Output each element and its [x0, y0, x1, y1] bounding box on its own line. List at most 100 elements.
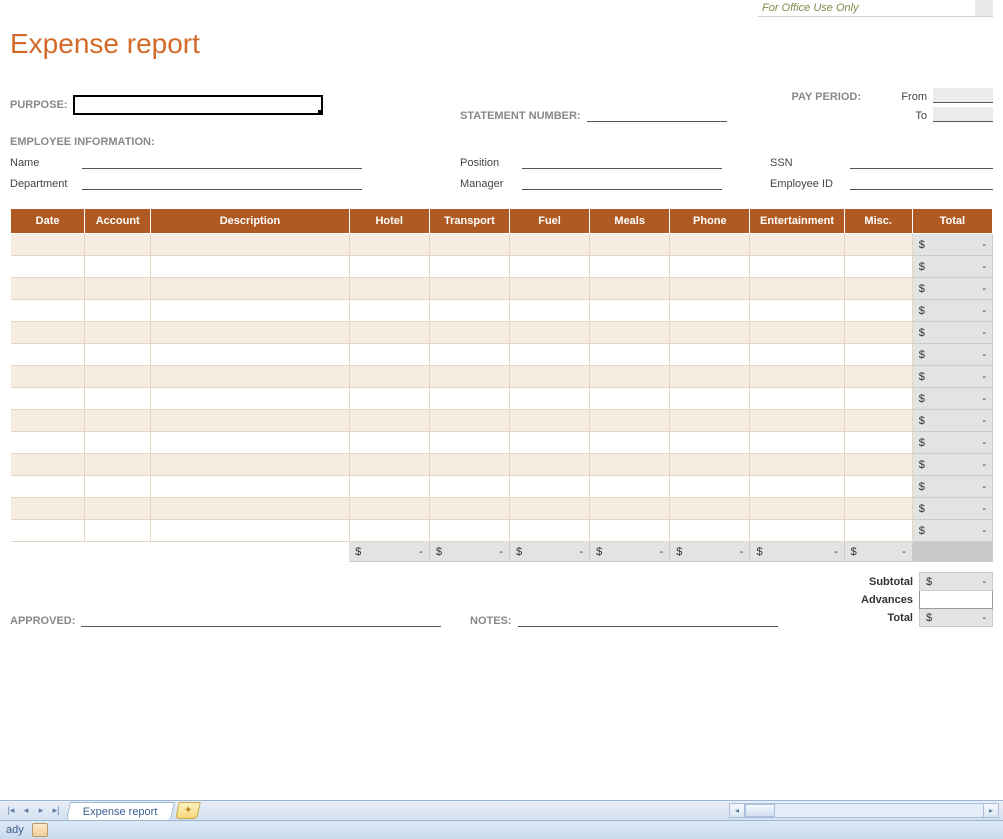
cell-input[interactable]	[590, 476, 670, 498]
cell-input[interactable]	[11, 300, 85, 322]
cell-input[interactable]	[509, 234, 589, 256]
cell-input[interactable]	[590, 388, 670, 410]
cell-input[interactable]	[590, 454, 670, 476]
cell-input[interactable]	[429, 300, 509, 322]
cell-input[interactable]	[670, 454, 750, 476]
cell-input[interactable]	[844, 388, 912, 410]
cell-input[interactable]	[151, 498, 349, 520]
cell-input[interactable]	[429, 322, 509, 344]
cell-input[interactable]	[429, 454, 509, 476]
cell-input[interactable]	[750, 498, 844, 520]
cell-input[interactable]	[349, 344, 429, 366]
cell-input[interactable]	[590, 410, 670, 432]
cell-input[interactable]	[11, 344, 85, 366]
cell-input[interactable]	[509, 432, 589, 454]
cell-input[interactable]: $-	[912, 278, 992, 300]
cell-input[interactable]	[750, 454, 844, 476]
cell-input[interactable]	[844, 498, 912, 520]
macro-record-icon[interactable]	[32, 823, 48, 837]
cell-input[interactable]	[429, 278, 509, 300]
cell-input[interactable]	[750, 256, 844, 278]
cell-input[interactable]	[590, 520, 670, 542]
cell-input[interactable]: $-	[912, 256, 992, 278]
cell-input[interactable]	[349, 234, 429, 256]
emp-manager-input[interactable]	[522, 175, 722, 190]
cell-input[interactable]	[85, 344, 151, 366]
cell-input[interactable]	[590, 432, 670, 454]
cell-input[interactable]	[670, 322, 750, 344]
tab-nav-next-icon[interactable]: ▸	[34, 804, 48, 818]
cell-input[interactable]	[349, 432, 429, 454]
new-sheet-button[interactable]: ✦	[175, 802, 201, 819]
cell-input[interactable]	[349, 520, 429, 542]
cell-input[interactable]	[844, 476, 912, 498]
cell-input[interactable]	[750, 410, 844, 432]
cell-input[interactable]	[85, 278, 151, 300]
cell-input[interactable]	[844, 256, 912, 278]
total-value[interactable]: $-	[920, 609, 993, 627]
cell-input[interactable]: $-	[912, 410, 992, 432]
cell-input[interactable]	[151, 454, 349, 476]
scroll-right-arrow-icon[interactable]: ▸	[983, 804, 998, 817]
cell-input[interactable]	[844, 234, 912, 256]
cell-input[interactable]: $-	[912, 366, 992, 388]
cell-input[interactable]: $-	[912, 322, 992, 344]
cell-input[interactable]	[85, 388, 151, 410]
cell-input[interactable]	[670, 300, 750, 322]
cell-input[interactable]	[590, 234, 670, 256]
cell-input[interactable]	[750, 234, 844, 256]
cell-input[interactable]	[11, 322, 85, 344]
cell-input[interactable]: $-	[912, 520, 992, 542]
cell-input[interactable]	[590, 278, 670, 300]
cell-input[interactable]	[151, 410, 349, 432]
cell-input[interactable]	[590, 498, 670, 520]
cell-input[interactable]	[349, 388, 429, 410]
cell-input[interactable]	[11, 498, 85, 520]
cell-input[interactable]	[429, 256, 509, 278]
cell-input[interactable]	[750, 432, 844, 454]
cell-input[interactable]	[349, 366, 429, 388]
cell-input[interactable]	[85, 432, 151, 454]
cell-input[interactable]	[85, 454, 151, 476]
tab-nav-first-icon[interactable]: |◂	[4, 804, 18, 818]
tab-nav-last-icon[interactable]: ▸|	[49, 804, 63, 818]
cell-input[interactable]	[151, 476, 349, 498]
cell-input[interactable]	[349, 322, 429, 344]
notes-input[interactable]	[518, 612, 778, 627]
cell-input[interactable]	[590, 300, 670, 322]
cell-input[interactable]	[670, 410, 750, 432]
cell-input[interactable]	[429, 410, 509, 432]
cell-input[interactable]	[750, 300, 844, 322]
scroll-thumb[interactable]	[745, 804, 775, 817]
cell-input[interactable]: $-	[912, 300, 992, 322]
cell-input[interactable]	[750, 476, 844, 498]
cell-input[interactable]: $-	[912, 388, 992, 410]
scroll-left-arrow-icon[interactable]: ◂	[730, 804, 745, 817]
cell-input[interactable]	[151, 520, 349, 542]
statement-number-input[interactable]	[587, 107, 727, 122]
cell-input[interactable]	[670, 256, 750, 278]
cell-input[interactable]	[509, 454, 589, 476]
cell-input[interactable]	[11, 388, 85, 410]
cell-input[interactable]	[349, 476, 429, 498]
cell-input[interactable]	[85, 256, 151, 278]
cell-input[interactable]	[429, 520, 509, 542]
cell-input[interactable]	[509, 344, 589, 366]
cell-input[interactable]	[750, 520, 844, 542]
cell-input[interactable]	[590, 366, 670, 388]
cell-input[interactable]	[429, 432, 509, 454]
cell-input[interactable]	[844, 278, 912, 300]
cell-input[interactable]	[509, 476, 589, 498]
cell-input[interactable]	[670, 388, 750, 410]
cell-input[interactable]	[151, 432, 349, 454]
cell-input[interactable]	[85, 300, 151, 322]
cell-input[interactable]	[750, 388, 844, 410]
cell-input[interactable]	[151, 300, 349, 322]
cell-input[interactable]	[429, 498, 509, 520]
cell-input[interactable]	[11, 278, 85, 300]
cell-input[interactable]	[844, 344, 912, 366]
emp-ssn-input[interactable]	[850, 154, 993, 169]
cell-input[interactable]	[509, 278, 589, 300]
cell-input[interactable]	[670, 344, 750, 366]
cell-input[interactable]	[670, 520, 750, 542]
